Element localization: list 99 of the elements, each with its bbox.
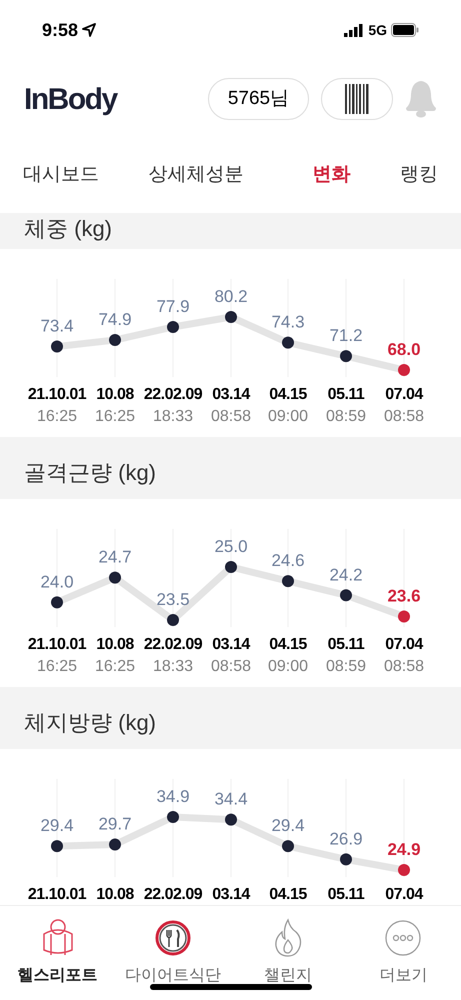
data-point: [340, 350, 352, 362]
date-label: 05.11: [328, 386, 364, 403]
value-label: 24.6: [271, 551, 305, 570]
value-label: 74.3: [271, 312, 305, 332]
nav-item[interactable]: 다이어트식단: [115, 916, 230, 1000]
value-label: 34.9: [156, 787, 190, 806]
signal-icon: [344, 24, 364, 36]
time-label: 16:25: [36, 408, 78, 425]
data-point: [225, 814, 237, 826]
time-label: 08:59: [326, 408, 366, 425]
nav-item[interactable]: 챌린지: [230, 916, 346, 1000]
value-label: 80.2: [214, 287, 248, 306]
time-label: 16:25: [94, 658, 136, 675]
user-button[interactable]: 5765님: [208, 78, 309, 120]
value-label: 24.9: [387, 840, 421, 859]
date-label: 03.14: [212, 386, 250, 403]
time-label: 18:33: [152, 408, 194, 425]
data-point: [167, 321, 179, 333]
time-label: 08:58: [384, 408, 424, 425]
date-label: 04.15: [269, 886, 307, 903]
time-label: 09:00: [268, 408, 308, 425]
time-label: 18:33: [152, 658, 194, 675]
data-point: [109, 334, 121, 346]
date-label: 10.08: [96, 886, 134, 903]
data-point: [109, 838, 121, 851]
data-point: [398, 610, 410, 622]
value-label: 26.9: [329, 829, 363, 848]
data-point: [340, 589, 352, 602]
value-label: 74.9: [98, 310, 132, 330]
value-label: 34.4: [214, 790, 248, 809]
data-point: [109, 572, 121, 584]
data-point: [282, 575, 294, 588]
data-point: [51, 596, 63, 608]
time-label: 16:25: [94, 408, 136, 425]
barcode-button[interactable]: [321, 78, 393, 120]
section-title: 체중 (kg): [24, 215, 112, 243]
date-label: 07.04: [385, 636, 423, 653]
date-label: 22.02.09: [144, 886, 202, 903]
location-arrow-icon: [82, 23, 96, 37]
time-label: 08:59: [326, 658, 366, 675]
data-point: [167, 811, 179, 823]
nav-item[interactable]: 더보기: [346, 916, 461, 1000]
data-point: [398, 364, 410, 376]
value-label: 73.4: [40, 316, 74, 336]
data-point: [225, 561, 237, 573]
tab[interactable]: 상세체성분: [148, 160, 244, 190]
tab[interactable]: 랭킹: [400, 160, 438, 190]
value-label: 23.5: [156, 590, 190, 609]
nav-item[interactable]: 헬스리포트: [0, 916, 116, 1000]
more-icon: [384, 919, 422, 957]
value-label: 29.4: [40, 816, 74, 836]
section-title: 골격근량 (kg): [24, 459, 156, 487]
date-label: 10.08: [96, 636, 134, 653]
value-label: 29.4: [271, 816, 305, 836]
date-label: 07.04: [385, 386, 423, 403]
time-label: 08:58: [210, 658, 252, 675]
status-time: 9:58: [42, 18, 78, 42]
time-label: 09:00: [268, 658, 308, 675]
value-label: 29.7: [98, 814, 132, 834]
date-label: 21.10.01: [28, 386, 86, 403]
data-point: [225, 311, 237, 323]
date-label: 04.15: [269, 636, 307, 653]
value-label: 24.2: [329, 565, 363, 584]
battery-icon: [391, 23, 419, 37]
value-label: 23.6: [387, 586, 421, 606]
date-label: 10.08: [96, 386, 134, 403]
network-label: 5G: [368, 20, 387, 40]
date-label: 05.11: [328, 636, 364, 653]
barcode-icon: [345, 84, 369, 114]
data-point: [51, 340, 63, 353]
date-label: 04.15: [269, 386, 307, 403]
value-label: 25.0: [214, 537, 248, 556]
date-label: 21.10.01: [28, 636, 86, 653]
data-point: [282, 336, 294, 349]
value-label: 77.9: [156, 297, 190, 316]
value-label: 24.7: [98, 548, 132, 567]
data-point: [282, 840, 294, 852]
date-label: 22.02.09: [144, 636, 202, 653]
data-point: [340, 853, 352, 866]
value-label: 24.0: [40, 572, 74, 592]
data-point: [51, 840, 63, 852]
time-label: 08:58: [384, 658, 424, 675]
fork-knife-icon: [154, 919, 192, 957]
data-point: [167, 614, 179, 626]
time-label: 08:58: [210, 408, 252, 425]
tab[interactable]: 대시보드: [23, 160, 99, 190]
date-label: 21.10.01: [28, 886, 86, 903]
date-label: 07.04: [385, 886, 423, 903]
date-label: 05.11: [328, 886, 364, 903]
app-logo: InBody: [24, 82, 117, 118]
date-label: 03.14: [212, 636, 250, 653]
value-label: 68.0: [387, 340, 421, 359]
data-point: [398, 864, 410, 876]
date-label: 03.14: [212, 886, 250, 903]
time-label: 16:25: [36, 658, 78, 675]
value-label: 71.2: [329, 326, 363, 346]
section-title: 체지방량 (kg): [24, 709, 156, 737]
tab[interactable]: 변화: [312, 160, 351, 190]
date-label: 22.02.09: [144, 386, 202, 403]
